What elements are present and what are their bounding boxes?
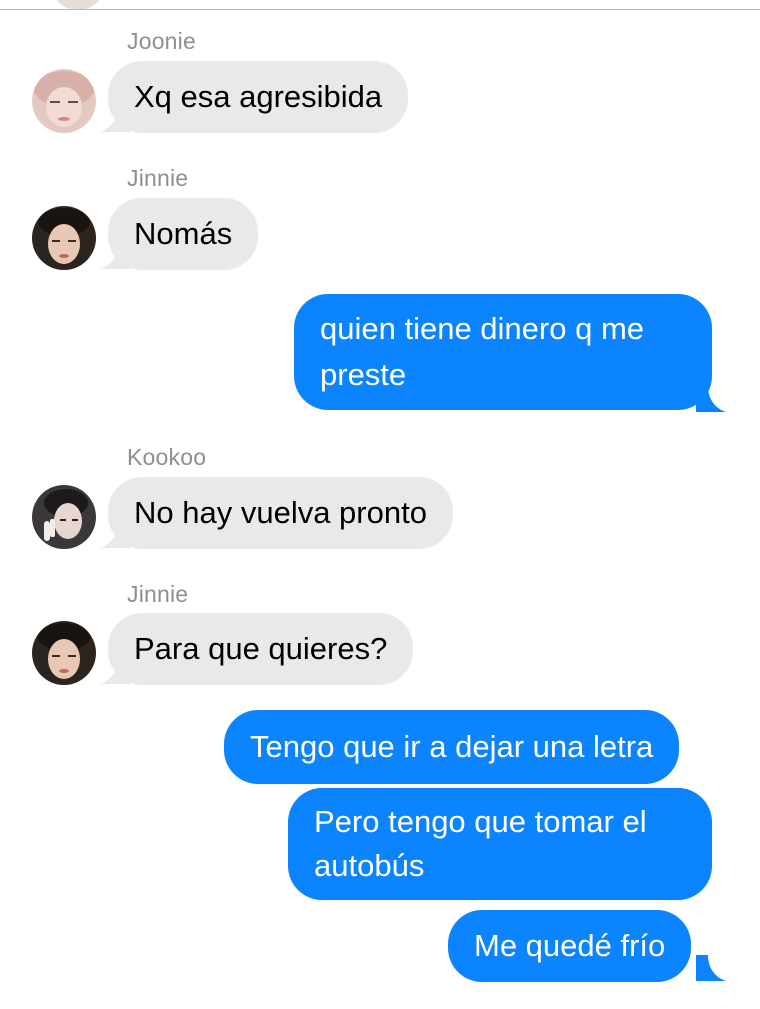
- top-divider: [0, 9, 760, 10]
- message-bubble-incoming[interactable]: No hay vuelva pronto: [108, 477, 453, 549]
- message-bubble-outgoing[interactable]: Me quedé frío: [448, 910, 692, 982]
- message-bubble-incoming[interactable]: Nomás: [108, 198, 259, 270]
- message-bubble-incoming[interactable]: Xq esa agresibida: [108, 61, 409, 133]
- avatar-jinnie[interactable]: [32, 206, 96, 270]
- sender-name: Kookoo: [127, 444, 207, 470]
- sender-name: Jinnie: [127, 581, 189, 607]
- avatar-joonie[interactable]: [32, 69, 96, 133]
- message-bubble-incoming[interactable]: Para que quieres?: [108, 613, 414, 685]
- message-bubble-outgoing[interactable]: quien tiene dinero q me preste: [294, 294, 712, 410]
- avatar-kookoo[interactable]: [32, 485, 96, 549]
- sender-name: Jinnie: [127, 165, 189, 191]
- bubble-tail: [696, 955, 726, 981]
- message-bubble-outgoing[interactable]: Pero tengo que tomar el autobús: [288, 788, 712, 900]
- message-bubble-outgoing[interactable]: Tengo que ir a dejar una letra: [224, 710, 680, 784]
- chat-screen: Joonie Xq esa agresibida Jinnie Nomás qu…: [0, 0, 760, 1009]
- sender-name: Joonie: [127, 28, 196, 54]
- avatar-jinnie[interactable]: [32, 621, 96, 685]
